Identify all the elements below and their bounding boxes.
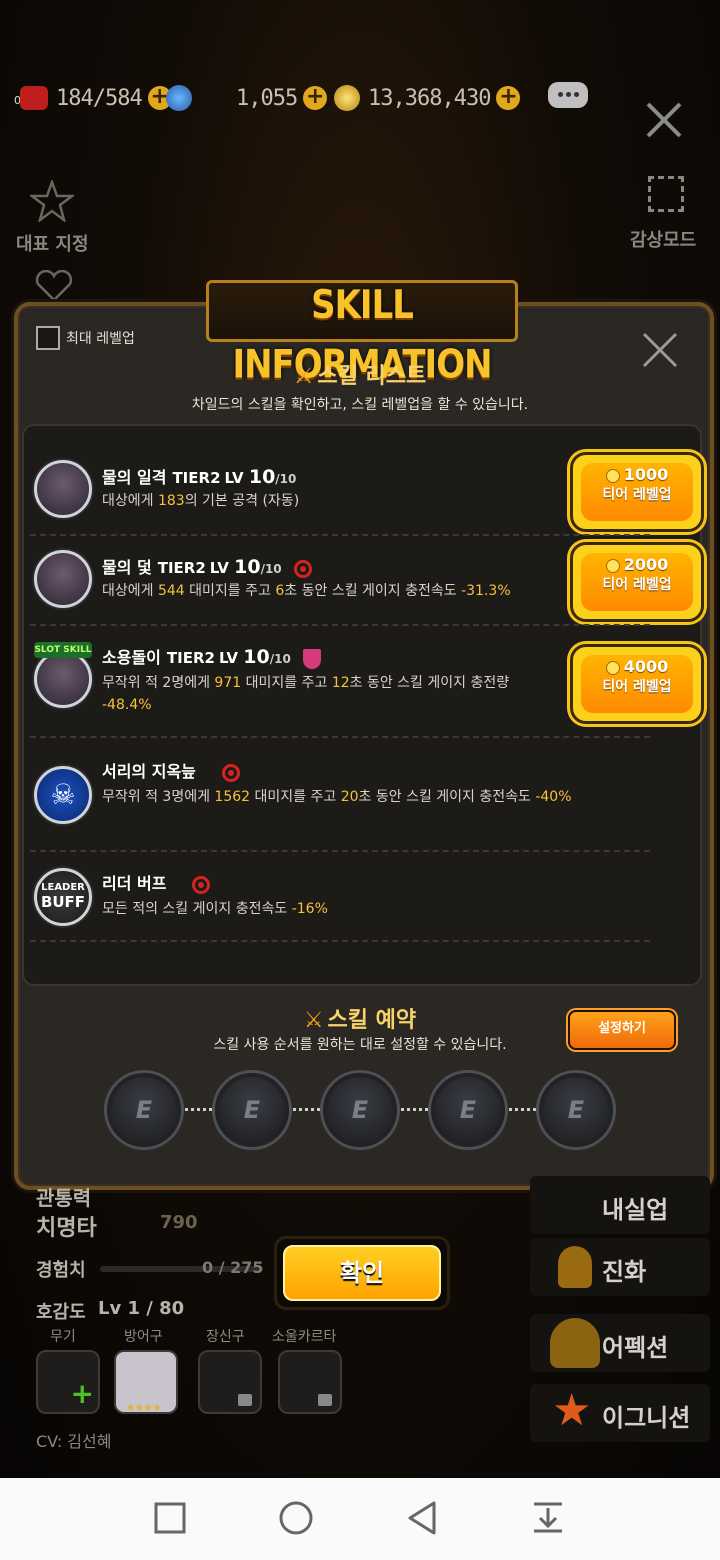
represent-label[interactable]: 대표 지정 bbox=[16, 230, 89, 256]
close-icon[interactable] bbox=[644, 100, 684, 140]
system-nav-bar bbox=[0, 1478, 720, 1560]
skill-description: 무작위 적 3명에게 1562 대미지를 주고 20초 동안 스킬 게이지 충전… bbox=[102, 789, 572, 805]
reserve-slot[interactable]: E bbox=[428, 1070, 508, 1150]
reserve-slot[interactable]: E bbox=[212, 1070, 292, 1150]
divider bbox=[30, 534, 650, 536]
recent-apps-icon[interactable] bbox=[154, 1502, 186, 1534]
coin-icon bbox=[605, 660, 620, 675]
gold-resource: 13,368,430 + bbox=[334, 80, 521, 116]
max-level-checkbox[interactable] bbox=[36, 326, 60, 350]
chat-icon[interactable] bbox=[548, 82, 588, 108]
reserve-slot[interactable]: E bbox=[104, 1070, 184, 1150]
skill-avatar bbox=[34, 460, 92, 518]
skill-avatar bbox=[34, 550, 92, 608]
divider bbox=[30, 736, 650, 738]
top-bar: 01:39 184/584 + 1,055 + 13,368,430 + bbox=[0, 76, 720, 120]
stat-label: 치명타 bbox=[36, 1216, 97, 1241]
skill-name-line: 물의 덫 TIER2 LV 10/10 bbox=[102, 554, 312, 578]
divider bbox=[30, 850, 650, 852]
equip-label: 소울카르타 bbox=[272, 1329, 337, 1345]
fullscreen-icon[interactable] bbox=[648, 176, 684, 212]
add-gold-button[interactable]: + bbox=[496, 86, 521, 110]
stamina-value: 184/584 bbox=[56, 85, 143, 111]
affection-icon bbox=[550, 1318, 600, 1368]
coin-icon bbox=[605, 468, 620, 483]
exp-value: 0 / 275 bbox=[202, 1258, 264, 1277]
target-icon bbox=[192, 875, 211, 894]
divider bbox=[30, 940, 650, 942]
skill-description: 무작위 적 2명에게 971 대미지를 주고 12초 동안 스킬 게이지 충전량… bbox=[102, 675, 510, 713]
stat-label: 관통력 bbox=[36, 1186, 92, 1210]
target-icon bbox=[293, 559, 312, 578]
coin-icon bbox=[334, 85, 360, 111]
home-icon[interactable] bbox=[278, 1500, 314, 1536]
tier-levelup-button[interactable]: 2000 티어 레벨업 bbox=[570, 542, 704, 622]
skull-icon: ☠ bbox=[50, 778, 76, 811]
ignition-button[interactable]: ★ 이그니션 bbox=[530, 1384, 710, 1442]
ignition-star-icon: ★ bbox=[552, 1385, 592, 1436]
back-icon[interactable] bbox=[406, 1500, 438, 1536]
equip-label: 방어구 bbox=[124, 1329, 163, 1345]
gem-value: 1,055 bbox=[236, 85, 298, 111]
leader-buff-avatar: LEADER BUFF bbox=[34, 868, 92, 926]
affinity-label: 호감도 bbox=[36, 1302, 86, 1323]
skill-avatar: ☠ bbox=[34, 766, 92, 824]
skill-avatar bbox=[34, 650, 92, 708]
soul-carta-slot[interactable] bbox=[278, 1350, 342, 1414]
affinity-value: Lv 1 / 80 bbox=[98, 1298, 185, 1319]
confirm-button[interactable]: 확인 bbox=[274, 1236, 450, 1310]
max-level-toggle[interactable]: 최대 레벨업 bbox=[36, 326, 135, 350]
slot-skill-badge: SLOT SKILL bbox=[34, 642, 92, 658]
skill-list-title: ⚔ 스킬 리스트 bbox=[293, 364, 427, 389]
evolve-icon bbox=[558, 1246, 592, 1288]
skill-name-line: 리더 버프 bbox=[102, 870, 211, 894]
lock-icon bbox=[318, 1394, 332, 1406]
viewer-mode-label[interactable]: 감상모드 bbox=[630, 226, 696, 252]
skill-description: 대상에게 544 대미지를 주고 6초 동안 스킬 게이지 충전속도 -31.3… bbox=[102, 583, 511, 599]
add-gem-button[interactable]: + bbox=[303, 86, 328, 110]
skill-reserve-slots: E E E E E bbox=[104, 1070, 624, 1150]
skill-description: 대상에게 183의 기본 공격 (자동) bbox=[102, 493, 300, 509]
exp-label: 경험치 bbox=[36, 1260, 86, 1281]
stat-value: 790 bbox=[160, 1212, 198, 1233]
reserve-settings-button[interactable]: 설정하기 bbox=[568, 1010, 676, 1050]
equip-label: 장신구 bbox=[206, 1329, 245, 1345]
affection-button[interactable]: 어펙션 bbox=[530, 1314, 710, 1372]
plus-icon: + bbox=[70, 1377, 94, 1410]
target-icon bbox=[221, 763, 240, 782]
crossed-swords-icon: ⚔ bbox=[303, 1008, 324, 1033]
star-rating-icon: ★★★★ bbox=[126, 1403, 162, 1414]
crossed-swords-icon: ⚔ bbox=[293, 364, 314, 389]
weapon-slot[interactable]: + bbox=[36, 1350, 100, 1414]
gem-resource: 1,055 + bbox=[166, 80, 328, 116]
tier-levelup-button[interactable]: 1000 티어 레벨업 bbox=[570, 452, 704, 532]
skill-name-line: 서리의 지옥늪 bbox=[102, 758, 240, 782]
equip-label: 무기 bbox=[50, 1329, 76, 1345]
side-button[interactable]: 내실업 bbox=[530, 1176, 710, 1234]
reserve-slot[interactable]: E bbox=[536, 1070, 616, 1150]
gold-value: 13,368,430 bbox=[368, 85, 491, 111]
reserve-slot[interactable]: E bbox=[320, 1070, 400, 1150]
debuff-icon bbox=[302, 648, 321, 669]
notification-pull-icon[interactable] bbox=[532, 1500, 564, 1534]
heart-icon bbox=[20, 86, 48, 110]
gem-icon bbox=[166, 85, 192, 111]
modal-title-banner: SKILL INFORMATION bbox=[206, 280, 518, 388]
skill-name-line: 소용돌이 TIER2 LV 10/10 bbox=[102, 644, 321, 669]
skill-list-subtitle: 차일드의 스킬을 확인하고, 스킬 레벨업을 할 수 있습니다. bbox=[191, 397, 529, 413]
heart-outline-icon[interactable] bbox=[34, 270, 74, 302]
skill-description: 모든 적의 스킬 게이지 충전속도 -16% bbox=[102, 901, 328, 917]
max-level-label: 최대 레벨업 bbox=[66, 331, 135, 347]
evolve-button[interactable]: 진화 bbox=[530, 1238, 710, 1296]
armor-slot[interactable]: ★★★★ bbox=[114, 1350, 178, 1414]
divider bbox=[30, 624, 650, 626]
tier-levelup-button[interactable]: 4000 티어 레벨업 bbox=[570, 644, 704, 724]
lock-icon bbox=[238, 1394, 252, 1406]
accessory-slot[interactable] bbox=[198, 1350, 262, 1414]
skill-name-line: 물의 일격 TIER2 LV 10/10 bbox=[102, 466, 297, 488]
stamina-resource: 184/584 + bbox=[20, 80, 172, 116]
coin-icon bbox=[605, 558, 620, 573]
star-icon[interactable] bbox=[30, 180, 74, 222]
voice-actor: CV: 김선혜 bbox=[36, 1432, 112, 1451]
